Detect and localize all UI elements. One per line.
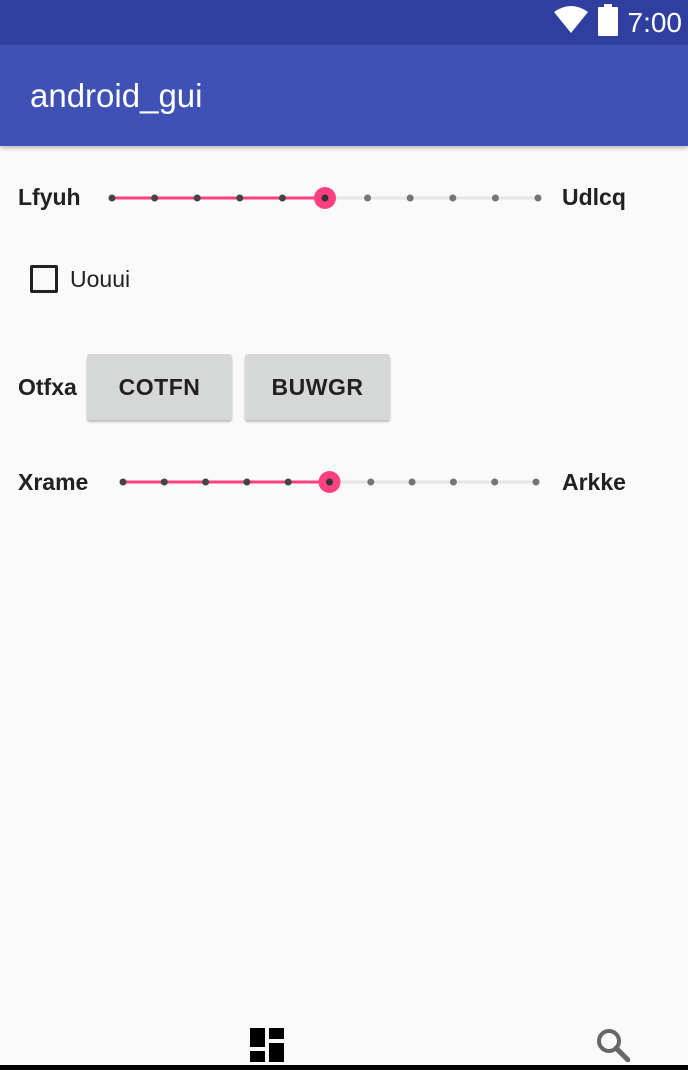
app-bar: android_gui [0, 45, 688, 146]
cotfn-button[interactable]: COTFN [87, 354, 232, 420]
slider-tick [449, 194, 457, 202]
slider-thumb-center [321, 194, 329, 202]
slider-xrame[interactable] [115, 467, 544, 497]
checkbox-row[interactable]: Uouui [30, 262, 130, 296]
bottom-nav [0, 1010, 688, 1070]
slider2-left-label: Xrame [18, 469, 89, 495]
slider-tick [284, 478, 292, 486]
slider-tick [151, 194, 159, 202]
slider-tick [367, 478, 375, 486]
slider-tick [108, 194, 116, 202]
slider-tick [119, 478, 127, 486]
nav-divider [0, 1065, 688, 1070]
slider-tick [406, 194, 414, 202]
checkbox-uouui[interactable] [30, 265, 58, 293]
slider-tick [202, 478, 210, 486]
status-time: 7:00 [627, 6, 683, 38]
wifi-icon [553, 6, 588, 39]
page-title: android_gui [30, 77, 203, 114]
slider-tick [236, 194, 244, 202]
search-icon[interactable] [596, 1028, 631, 1067]
slider-tick [532, 478, 540, 486]
buwgr-button[interactable]: BUWGR [245, 354, 390, 420]
slider1-left-label: Lfyuh [18, 184, 81, 210]
slider2-right-label: Arkke [562, 469, 626, 495]
status-icons: 7:00 [553, 0, 683, 45]
slider-tick [364, 194, 372, 202]
battery-icon [597, 4, 618, 41]
slider-tick [243, 478, 251, 486]
slider-thumb-center [326, 478, 333, 486]
checkbox-label: Uouui [70, 265, 131, 292]
slider1-right-label: Udlcq [562, 184, 626, 210]
slider-tick [278, 194, 286, 202]
status-bar: 7:00 [0, 0, 688, 45]
button-row-label: Otfxa [18, 374, 77, 400]
slider-tick [160, 478, 168, 486]
slider-lfyuh[interactable] [104, 183, 546, 213]
slider-tick [449, 478, 457, 486]
slider-tick [193, 194, 201, 202]
slider-tick [491, 194, 499, 202]
slider-tick [534, 194, 542, 202]
slider-tick [491, 478, 499, 486]
slider-tick [408, 478, 416, 486]
dashboard-icon[interactable] [250, 1028, 284, 1067]
